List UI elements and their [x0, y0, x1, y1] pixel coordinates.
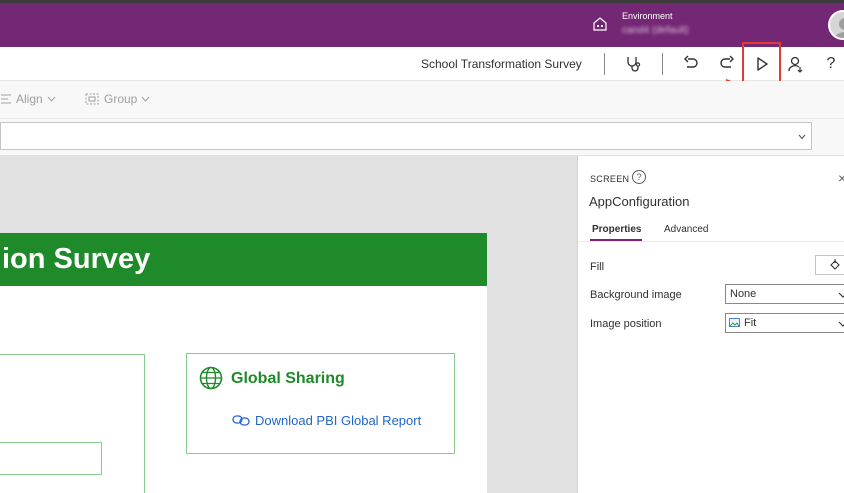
- chevron-down-icon: [141, 96, 150, 102]
- background-image-value: None: [730, 288, 757, 300]
- help-button[interactable]: ?: [818, 51, 844, 77]
- formula-input[interactable]: [0, 122, 812, 150]
- align-menu[interactable]: Align: [0, 92, 56, 106]
- background-image-dropdown[interactable]: None: [725, 284, 844, 304]
- paint-bucket-icon: [830, 259, 840, 270]
- screen-name: AppConfiguration: [589, 194, 690, 209]
- command-bar: School Transformation Survey ?: [0, 47, 844, 81]
- share-user-icon: [788, 56, 803, 73]
- environment-label: Environment: [622, 11, 673, 21]
- chevron-down-icon: [838, 321, 844, 327]
- group-menu[interactable]: Group: [84, 92, 150, 106]
- divider: [604, 53, 605, 75]
- chevron-down-icon[interactable]: [797, 132, 807, 142]
- stethoscope-icon: [627, 57, 641, 72]
- share-button[interactable]: [783, 51, 809, 77]
- left-card-inner-box[interactable]: [0, 442, 102, 475]
- formula-bar-area: [0, 119, 844, 156]
- image-position-value: Fit: [744, 317, 757, 329]
- image-icon: [729, 318, 740, 327]
- app-title: School Transformation Survey: [421, 57, 582, 71]
- ribbon-toolbar: Align Group: [0, 81, 844, 119]
- background-image-label: Background image: [590, 289, 682, 301]
- tab-advanced[interactable]: Advanced: [664, 224, 708, 235]
- design-canvas[interactable]: ion Survey Global Sharing Download PBI G…: [0, 156, 577, 493]
- divider: [662, 53, 663, 75]
- undo-icon: [684, 55, 698, 68]
- global-sharing-title: Global Sharing: [231, 370, 345, 387]
- align-label: Align: [16, 92, 43, 106]
- group-icon: [85, 93, 99, 105]
- app-screen[interactable]: ion Survey Global Sharing Download PBI G…: [0, 233, 487, 493]
- close-icon[interactable]: ×: [838, 170, 844, 186]
- globe-icon: [199, 366, 223, 390]
- screen-title[interactable]: ion Survey: [2, 243, 150, 276]
- image-position-label: Image position: [590, 318, 662, 330]
- undo-button[interactable]: [678, 51, 704, 77]
- pane-type-label: SCREEN: [590, 174, 630, 184]
- chevron-down-icon: [47, 96, 56, 102]
- environment-icon[interactable]: [591, 15, 609, 33]
- chevron-down-icon: [838, 292, 844, 298]
- avatar[interactable]: [828, 10, 844, 40]
- app-checker-button[interactable]: [620, 51, 646, 77]
- image-position-dropdown[interactable]: Fit: [725, 313, 844, 333]
- app-header: Environment cand4 (default): [0, 0, 844, 47]
- download-global-report-link[interactable]: Download PBI Global Report: [255, 413, 421, 428]
- properties-pane: SCREEN ? × AppConfiguration Properties A…: [577, 156, 844, 493]
- header-edge: [0, 0, 844, 3]
- fill-color-picker[interactable]: [815, 255, 844, 275]
- link-icon: [232, 415, 250, 426]
- user-icon: [834, 18, 844, 38]
- tab-properties[interactable]: Properties: [592, 224, 641, 235]
- active-tab-indicator: [590, 239, 642, 241]
- group-label: Group: [104, 92, 138, 106]
- environment-value[interactable]: cand4 (default): [622, 25, 689, 36]
- fill-label: Fill: [590, 261, 605, 273]
- screen-header-bar[interactable]: ion Survey: [0, 233, 487, 286]
- redo-button[interactable]: [714, 51, 740, 77]
- tab-divider: [578, 241, 844, 242]
- redo-icon: [720, 55, 734, 68]
- align-icon: [1, 94, 11, 104]
- global-sharing-card[interactable]: Global Sharing Download PBI Global Repor…: [186, 353, 455, 454]
- help-icon[interactable]: ?: [632, 170, 646, 184]
